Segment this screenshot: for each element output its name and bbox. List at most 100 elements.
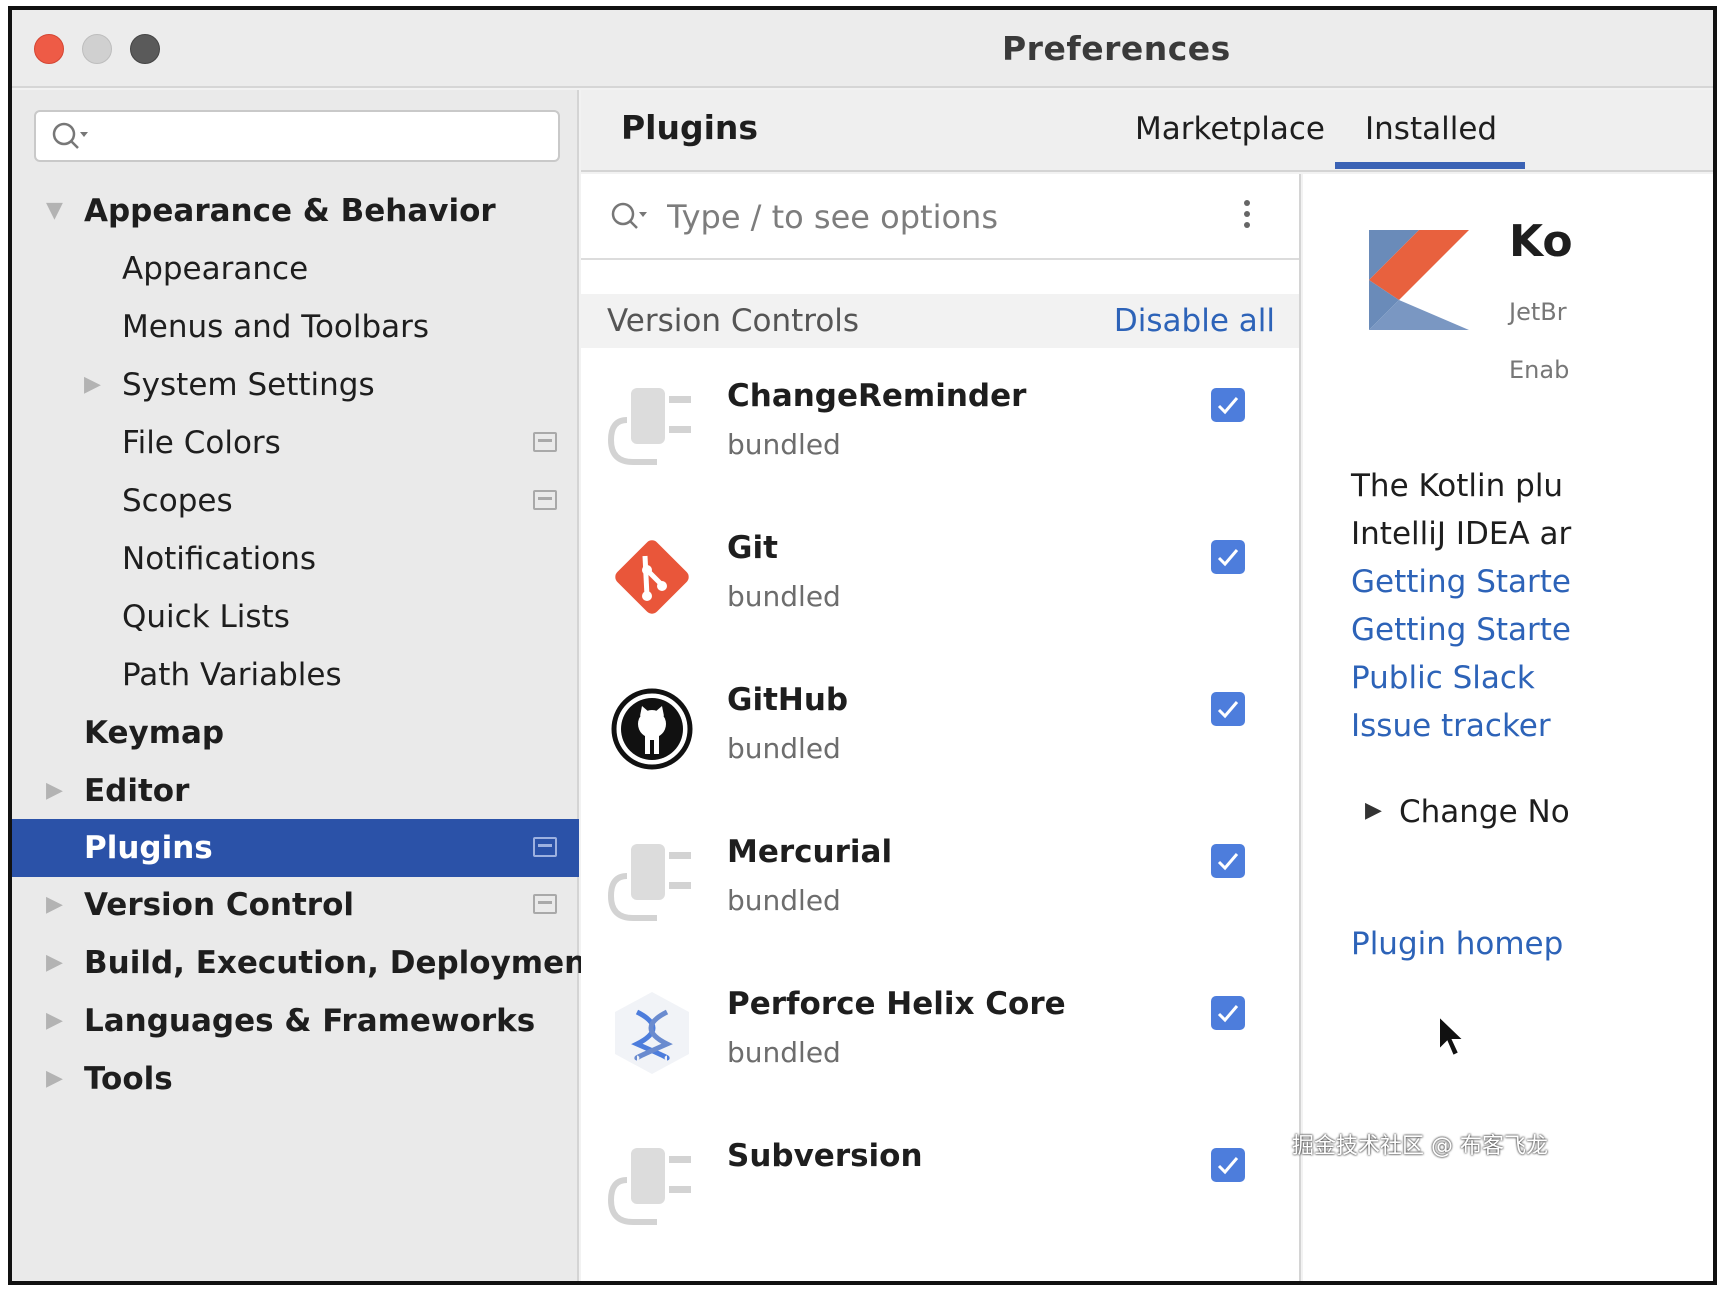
check-icon <box>1217 853 1239 871</box>
sidebar-item[interactable]: Menus and Toolbars <box>12 298 579 356</box>
check-icon <box>1217 1157 1239 1175</box>
sidebar-item[interactable]: ▼ Appearance & Behavior <box>12 182 579 240</box>
group-name: Version Controls <box>607 303 860 339</box>
sidebar-item-label: Appearance & Behavior <box>84 193 496 229</box>
zoom-button[interactable] <box>130 34 160 64</box>
sidebar-item-label: Editor <box>84 773 190 809</box>
plug-icon <box>607 836 697 926</box>
collapsed-arrow-icon[interactable]: ▶ <box>46 992 63 1050</box>
sidebar-item-label: Keymap <box>84 715 225 751</box>
plugin-name: Mercurial <box>727 834 893 870</box>
sidebar-item[interactable]: ▶ Languages & Frameworks <box>12 992 579 1050</box>
search-icon <box>611 202 647 229</box>
sidebar-item[interactable]: Scopes <box>12 472 579 530</box>
plugin-search-input[interactable] <box>667 190 1227 244</box>
plugin-row[interactable]: Perforce Helix Core bundled <box>581 968 1299 1120</box>
plugin-name: ChangeReminder <box>727 378 1027 414</box>
minimize-button[interactable] <box>82 34 112 64</box>
plugin-enabled-checkbox[interactable] <box>1211 388 1245 422</box>
plugin-name: Subversion <box>727 1138 923 1174</box>
project-level-icon <box>533 837 557 857</box>
collapsed-arrow-icon[interactable]: ▶ <box>46 876 63 934</box>
plugin-row[interactable]: GitHub bundled <box>581 664 1299 816</box>
github-icon <box>607 684 697 774</box>
sidebar-item[interactable]: Path Variables <box>12 646 579 704</box>
check-icon <box>1217 1005 1239 1023</box>
sidebar-item[interactable]: ▶ Version Control <box>12 876 579 934</box>
plugin-name: Perforce Helix Core <box>727 986 1066 1022</box>
perforce-icon <box>607 988 697 1078</box>
expanded-arrow-icon[interactable]: ▼ <box>46 182 63 240</box>
collapsed-arrow-icon[interactable]: ▶ <box>46 762 63 820</box>
sidebar-item-label: Plugins <box>84 830 213 866</box>
sidebar-item-label: Scopes <box>122 483 233 519</box>
sidebar-item-label: System Settings <box>122 367 375 403</box>
getting-started-link[interactable]: Getting Starte <box>1351 564 1571 600</box>
sidebar-item-label: Quick Lists <box>122 599 290 635</box>
plugin-source: bundled <box>727 1036 841 1069</box>
sidebar-item[interactable]: Appearance <box>12 240 579 298</box>
change-notes-toggle[interactable]: Change No <box>1399 794 1570 830</box>
plugin-row[interactable]: ChangeReminder bundled <box>581 360 1299 512</box>
plugin-enabled-checkbox[interactable] <box>1211 692 1245 726</box>
expand-arrow-icon[interactable]: ▶ <box>1365 798 1382 823</box>
close-button[interactable] <box>34 34 64 64</box>
sidebar-item[interactable]: ▶ Editor <box>12 762 579 820</box>
preferences-window: Preferences ▼ Appearance & Behavior Appear… <box>8 6 1717 1285</box>
plugin-row[interactable]: Git bundled <box>581 512 1299 664</box>
plugin-list: Version Controls Disable all ChangeRemin… <box>581 174 1301 1281</box>
mouse-cursor-icon <box>1438 1014 1467 1058</box>
plugin-row[interactable]: Mercurial bundled <box>581 816 1299 968</box>
sidebar-item-label: Menus and Toolbars <box>122 309 430 345</box>
kotlin-logo-icon <box>1369 230 1469 330</box>
collapsed-arrow-icon[interactable]: ▶ <box>46 1050 63 1108</box>
sidebar-item[interactable]: Keymap <box>12 704 579 762</box>
check-icon <box>1217 549 1239 567</box>
sidebar-item[interactable]: ▶ System Settings <box>12 356 579 414</box>
sidebar-item-label: Languages & Frameworks <box>84 1003 536 1039</box>
plugin-name: Git <box>727 530 778 566</box>
git-icon <box>607 532 697 622</box>
title-bar: Preferences <box>12 10 1713 88</box>
description-line: IntelliJ IDEA ar <box>1351 516 1572 552</box>
sidebar-item[interactable]: ▶ Tools <box>12 1050 579 1108</box>
sidebar-item-label: Build, Execution, Deployment <box>84 945 602 981</box>
sidebar-item[interactable]: Plugins <box>12 819 579 877</box>
plugin-name: Ko <box>1509 216 1573 267</box>
disable-all-link[interactable]: Disable all <box>1114 294 1275 348</box>
sidebar-item[interactable]: File Colors <box>12 414 579 472</box>
plugin-details: Ko JetBr Enab The Kotlin plu IntelliJ ID… <box>1303 174 1713 1281</box>
window-title: Preferences <box>1002 29 1231 68</box>
plugin-enabled-checkbox[interactable] <box>1211 540 1245 574</box>
search-icon <box>52 122 88 149</box>
public-slack-link[interactable]: Public Slack <box>1351 660 1535 696</box>
collapsed-arrow-icon[interactable]: ▶ <box>84 356 101 414</box>
settings-search-input[interactable] <box>34 110 560 162</box>
plugin-search-bar <box>581 174 1299 260</box>
watermark: 掘金技术社区 @ 布客飞龙 <box>1292 1134 1548 1159</box>
description-line: The Kotlin plu <box>1351 468 1564 504</box>
tab-installed[interactable]: Installed <box>1365 90 1497 168</box>
plugin-source: bundled <box>727 580 841 613</box>
getting-started-link[interactable]: Getting Starte <box>1351 612 1571 648</box>
sidebar-item[interactable]: Notifications <box>12 530 579 588</box>
plugin-vendor: JetBr <box>1509 298 1567 326</box>
sidebar-item-label: Appearance <box>122 251 309 287</box>
check-icon <box>1217 397 1239 415</box>
check-icon <box>1217 701 1239 719</box>
issue-tracker-link[interactable]: Issue tracker <box>1351 708 1551 744</box>
plugin-row[interactable]: Subversion <box>581 1120 1299 1272</box>
sidebar-item[interactable]: ▶ Build, Execution, Deployment <box>12 934 601 992</box>
page-title: Plugins <box>621 108 759 147</box>
sidebar-item-label: Version Control <box>84 887 354 923</box>
plugin-enabled-checkbox[interactable] <box>1211 1148 1245 1182</box>
collapsed-arrow-icon[interactable]: ▶ <box>46 934 63 992</box>
sidebar-item[interactable]: Quick Lists <box>12 588 579 646</box>
more-options-icon[interactable] <box>1241 200 1253 236</box>
sidebar-item-label: File Colors <box>122 425 281 461</box>
plugin-enabled-checkbox[interactable] <box>1211 844 1245 878</box>
plugin-source: bundled <box>727 732 841 765</box>
plugin-homepage-link[interactable]: Plugin homep <box>1351 926 1563 962</box>
tab-marketplace[interactable]: Marketplace <box>1135 90 1325 168</box>
plugin-enabled-checkbox[interactable] <box>1211 996 1245 1030</box>
